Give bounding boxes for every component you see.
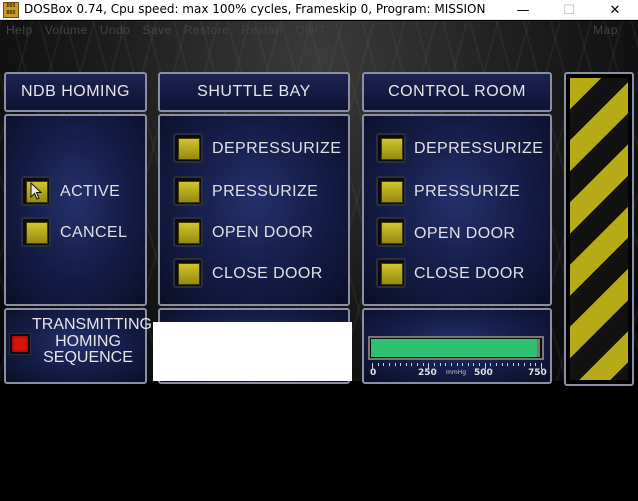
ndb-cancel-button[interactable] — [21, 217, 51, 247]
gauge-tick-label-250: 250 — [418, 368, 437, 378]
gauge-tick — [496, 363, 497, 366]
game-viewport: Help Volume Undo Save Restore Restart QU… — [0, 21, 638, 501]
hazard-stripes — [570, 78, 628, 380]
gauge-tick — [440, 363, 441, 366]
minimize-button[interactable]: — — [500, 0, 546, 20]
control-depressurize-button[interactable] — [376, 133, 406, 163]
control-close-door-label: CLOSE DOOR — [414, 265, 525, 282]
shuttle-depressurize-button[interactable] — [173, 133, 203, 163]
menu-volume[interactable]: Volume — [45, 21, 88, 39]
control-open-door-label: OPEN DOOR — [414, 225, 516, 242]
menu-save[interactable]: Save — [142, 21, 171, 39]
shuttle-close-door-button[interactable] — [173, 258, 203, 288]
control-depressurize-label: DEPRESSURIZE — [414, 140, 544, 157]
control-room-header: CONTROL ROOM — [362, 72, 552, 112]
gauge-tick — [451, 363, 452, 366]
gauge-unit-label: mmHg — [446, 369, 467, 376]
shuttle-bay-title: SHUTTLE BAY — [197, 83, 311, 100]
hazard-stripe-panel — [564, 72, 634, 386]
gauge-tick — [423, 363, 424, 366]
ndb-status-line3: SEQUENCE — [43, 349, 133, 366]
gauge-tick — [513, 363, 514, 366]
gauge-tick — [530, 363, 531, 366]
ndb-cancel-label: CANCEL — [60, 224, 128, 241]
ndb-homing-header: NDB HOMING — [4, 72, 147, 112]
gauge-tick — [535, 363, 536, 366]
menu-map[interactable]: Map — [593, 21, 618, 39]
shuttle-close-door-label: CLOSE DOOR — [212, 265, 323, 282]
gauge-tick — [389, 363, 390, 366]
control-open-door-button[interactable] — [376, 217, 406, 247]
ndb-active-label: ACTIVE — [60, 183, 121, 200]
gauge-tick — [457, 363, 458, 366]
gauge-tick — [502, 363, 503, 366]
menu-help[interactable]: Help — [6, 21, 33, 39]
gauge-tick-label-750: 750 — [528, 368, 547, 378]
gauge-tick — [462, 363, 463, 366]
ndb-homing-title: NDB HOMING — [21, 83, 130, 100]
gauge-tick — [383, 363, 384, 366]
gauge-tick — [395, 363, 396, 366]
game-menubar: Help Volume Undo Save Restore Restart QU… — [0, 21, 638, 39]
gauge-tick — [417, 363, 418, 366]
gauge-tick — [411, 363, 412, 366]
gauge-tick — [445, 363, 446, 366]
gauge-tick — [507, 363, 508, 366]
gauge-tick-label-0: 0 — [370, 368, 377, 378]
gauge-tick — [473, 363, 474, 366]
gauge-tick-label-500: 500 — [474, 368, 493, 378]
control-pressurize-button[interactable] — [376, 176, 406, 206]
gauge-tick — [434, 363, 435, 366]
gauge-tick — [378, 363, 379, 366]
gauge-tick — [490, 363, 491, 366]
gauge-tick — [400, 363, 401, 366]
control-close-door-button[interactable] — [376, 258, 406, 288]
window-titlebar: DOS BOX DOSBox 0.74, Cpu speed: max 100% … — [0, 0, 638, 20]
red-indicator-icon — [9, 333, 31, 355]
gauge-tick — [406, 363, 407, 366]
pressure-gauge-end — [537, 339, 540, 357]
shuttle-pressurize-label: PRESSURIZE — [212, 183, 319, 200]
shuttle-pressurize-button[interactable] — [173, 176, 203, 206]
window-title: DOSBox 0.74, Cpu speed: max 100% cycles,… — [24, 2, 486, 16]
control-pressurize-label: PRESSURIZE — [414, 183, 521, 200]
shuttle-open-door-label: OPEN DOOR — [212, 224, 314, 241]
gauge-tick — [518, 363, 519, 366]
menu-quit[interactable]: QUIT — [295, 21, 326, 39]
menu-restart[interactable]: Restart — [241, 21, 283, 39]
ndb-status-line1: TRANSMITTING — [32, 316, 152, 333]
ndb-homing-panel — [4, 114, 147, 306]
arrow-cursor-icon — [30, 182, 43, 200]
gauge-tick — [524, 363, 525, 366]
control-room-title: CONTROL ROOM — [388, 83, 526, 100]
menu-undo[interactable]: Undo — [100, 21, 131, 39]
maximize-button[interactable]: ☐ — [546, 0, 592, 20]
pressure-gauge-fill — [371, 339, 539, 357]
shuttle-bay-header: SHUTTLE BAY — [158, 72, 350, 112]
ndb-status-line2: HOMING — [55, 333, 121, 350]
dosbox-app-icon: DOS BOX — [3, 2, 19, 18]
shuttle-open-door-button[interactable] — [173, 217, 203, 247]
gauge-tick — [468, 363, 469, 366]
close-button[interactable]: ✕ — [592, 0, 638, 20]
blank-redacted-area — [153, 322, 352, 381]
gauge-tick — [479, 363, 480, 366]
menu-restore[interactable]: Restore — [184, 21, 230, 39]
pressure-gauge — [368, 336, 544, 360]
shuttle-depressurize-label: DEPRESSURIZE — [212, 140, 342, 157]
